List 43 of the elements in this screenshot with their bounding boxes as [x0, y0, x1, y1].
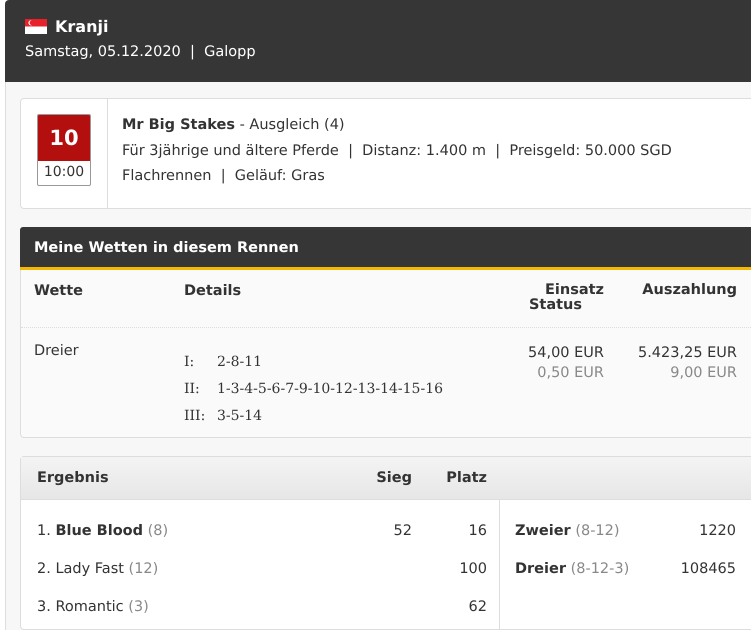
- combo-quote: 108465: [680, 561, 736, 577]
- column-header: Status: [528, 298, 582, 313]
- leg-label: III:: [184, 407, 206, 426]
- horse-number: (8): [148, 523, 168, 539]
- horse-number: (12): [128, 561, 158, 577]
- payout-amount: 5.423,25 EUR: [638, 344, 737, 363]
- column-header: Platz: [445, 470, 487, 486]
- status-amount: 0,50 EUR: [537, 364, 604, 383]
- combo-quote: 1220: [699, 523, 736, 539]
- race-number: 10: [38, 115, 90, 161]
- stake-amount: 54,00 EUR: [528, 344, 604, 363]
- combo-numbers: (8-12): [575, 523, 620, 539]
- win-quote: 52: [394, 523, 412, 539]
- bet-type: Dreier: [34, 343, 80, 361]
- column-header: Einsatz: [545, 283, 604, 298]
- horse-name: 2. Lady Fast: [37, 561, 124, 577]
- combo-type: Dreier: [515, 561, 566, 577]
- race-title: Mr Big Stakes - Ausgleich (4): [122, 116, 346, 135]
- column-header: Ergebnis: [37, 470, 110, 486]
- leg-label: II:: [184, 380, 201, 399]
- leg-label: I:: [184, 353, 196, 372]
- column-header: Details: [184, 283, 242, 301]
- horse-name: 1. Blue Blood: [37, 523, 144, 539]
- horse-name: 3. Romantic: [37, 599, 124, 615]
- flag-icon: [25, 19, 47, 34]
- leg-numbers: 1-3-4-5-6-7-9-10-12-13-14-15-16: [217, 381, 444, 397]
- bets-title: Meine Wetten in diesem Rennen: [20, 227, 751, 270]
- race-date: Samstag, 05.12.2020 | Galopp: [25, 44, 257, 60]
- leg-numbers: 3-5-14: [217, 408, 262, 424]
- column-header: Sieg: [375, 470, 412, 486]
- combo-type: Zweier: [515, 523, 571, 539]
- payout-amount: 9,00 EUR: [670, 364, 737, 383]
- venue-name: Kranji: [55, 17, 108, 36]
- combo-numbers: (8-12-3): [570, 561, 630, 577]
- horse-number: (3): [128, 599, 149, 615]
- place-quote: 16: [468, 523, 487, 539]
- race-surface: Flachrennen | Geläuf: Gras: [122, 167, 326, 186]
- leg-numbers: 2-8-11: [217, 354, 262, 370]
- column-header: Auszahlung: [641, 283, 737, 300]
- column-header: Wette: [34, 283, 84, 301]
- race-conditions: Für 3jährige und ältere Pferde | Distanz: 1.400 m | Preisgeld: 50.000 SGD: [122, 142, 672, 160]
- place-quote: 100: [459, 561, 487, 577]
- place-quote: 62: [468, 599, 487, 615]
